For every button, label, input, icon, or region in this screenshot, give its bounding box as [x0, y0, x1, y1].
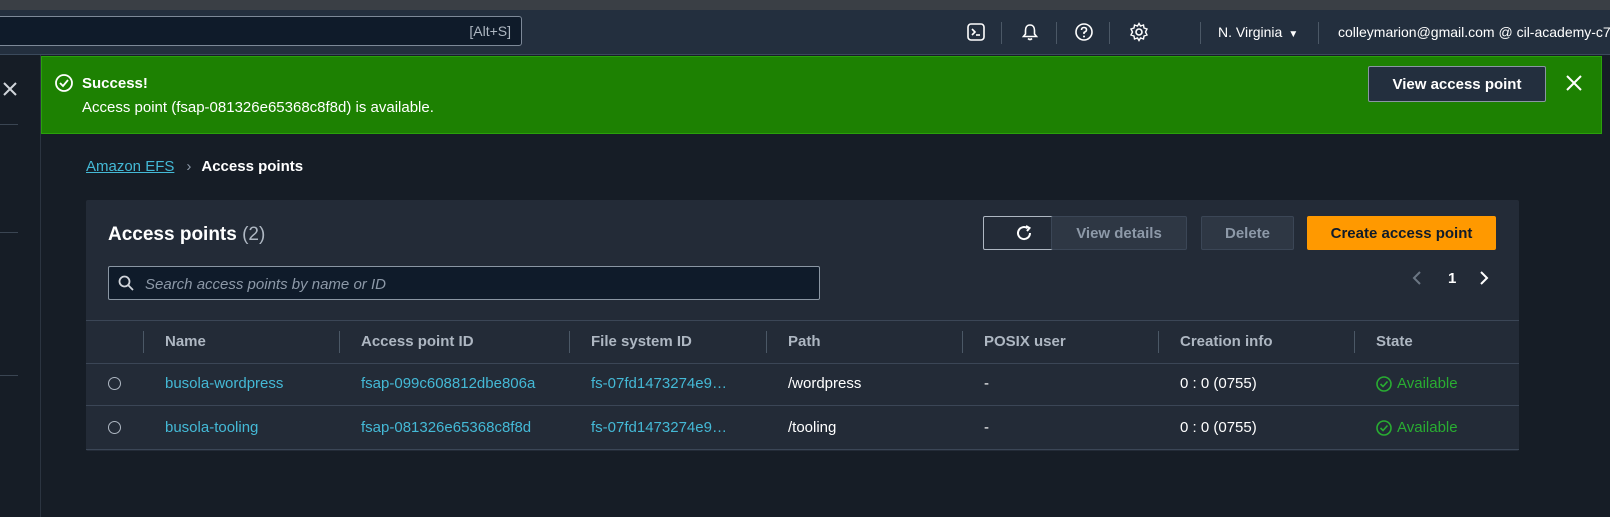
column-divider: [962, 331, 963, 353]
access-point-id-link[interactable]: fsap-099c608812dbe806a: [361, 375, 535, 392]
refresh-icon: [1017, 225, 1032, 241]
creation-info-cell: 0 : 0 (0755): [1180, 375, 1257, 392]
path-cell: /wordpress: [788, 375, 862, 392]
previous-page-icon[interactable]: [1411, 270, 1423, 290]
status-available-icon: [1376, 376, 1392, 392]
close-icon[interactable]: [2, 81, 20, 99]
status-available-icon: [1376, 420, 1392, 436]
global-search-input[interactable]: [Alt+S]: [0, 16, 522, 46]
nav-divider: [1109, 22, 1110, 44]
flash-message: Access point (fsap-081326e65368c8f8d) is…: [82, 99, 434, 116]
sidebar-divider: [0, 375, 18, 376]
column-header-name[interactable]: Name: [165, 333, 206, 350]
page-number[interactable]: 1: [1448, 270, 1456, 287]
help-icon[interactable]: [1072, 20, 1096, 44]
search-input[interactable]: [143, 267, 807, 301]
state-cell: Available: [1397, 419, 1458, 436]
success-check-icon: [54, 73, 74, 93]
view-details-button[interactable]: View details: [1051, 216, 1187, 250]
window-top-strip: [0, 0, 1610, 10]
next-page-icon[interactable]: [1478, 270, 1490, 290]
account-menu[interactable]: colleymarion@gmail.com @ cil-academy-c7: [1338, 24, 1610, 40]
caret-down-icon: ▼: [1288, 29, 1299, 40]
table-row[interactable]: busola-tooling fsap-081326e65368c8f8d fs…: [86, 406, 1519, 450]
access-point-search: [108, 266, 820, 301]
access-points-panel: Access points (2) View details Delete Cr…: [86, 200, 1519, 451]
column-header-access-point-id[interactable]: Access point ID: [361, 333, 474, 350]
column-header-state[interactable]: State: [1376, 333, 1413, 350]
collapsed-sidebar: [0, 55, 41, 517]
chevron-right-icon: ›: [186, 158, 192, 175]
nav-divider: [1200, 22, 1201, 44]
nav-divider: [1056, 22, 1057, 44]
table-header: Name Access point ID File system ID Path…: [86, 320, 1519, 364]
success-flashbar: Success! Access point (fsap-081326e65368…: [41, 56, 1602, 134]
panel-title-text: Access points: [108, 224, 237, 245]
state-cell: Available: [1397, 375, 1458, 392]
nav-divider: [1001, 22, 1002, 44]
column-divider: [143, 331, 144, 353]
file-system-id-link[interactable]: fs-07fd1473274e9…: [591, 419, 727, 436]
column-divider: [339, 331, 340, 353]
posix-user-cell: -: [984, 375, 989, 392]
access-point-name-link[interactable]: busola-wordpress: [165, 375, 283, 392]
gear-icon[interactable]: [1127, 20, 1151, 44]
file-system-id-link[interactable]: fs-07fd1473274e9…: [591, 375, 727, 392]
column-divider: [569, 331, 570, 353]
creation-info-cell: 0 : 0 (0755): [1180, 419, 1257, 436]
breadcrumb: Amazon EFS › Access points: [86, 158, 303, 175]
column-header-file-system-id[interactable]: File system ID: [591, 333, 692, 350]
search-shortcut-hint: [Alt+S]: [469, 23, 511, 39]
nav-divider: [1318, 22, 1319, 44]
table-row[interactable]: busola-wordpress fsap-099c608812dbe806a …: [86, 362, 1519, 406]
region-selector[interactable]: N. Virginia ▼: [1218, 24, 1298, 40]
sidebar-divider: [0, 124, 18, 125]
breadcrumb-current: Access points: [201, 158, 304, 175]
region-label: N. Virginia: [1218, 24, 1283, 40]
posix-user-cell: -: [984, 419, 989, 436]
panel-title: Access points (2): [108, 224, 265, 246]
flash-title: Success!: [82, 75, 148, 92]
row-select-radio[interactable]: [108, 421, 121, 434]
breadcrumb-amazon-efs[interactable]: Amazon EFS: [86, 158, 174, 175]
panel-count: (2): [242, 224, 266, 245]
access-point-name-link[interactable]: busola-tooling: [165, 419, 258, 436]
column-divider: [1158, 331, 1159, 353]
column-header-creation-info[interactable]: Creation info: [1180, 333, 1273, 350]
column-divider: [1354, 331, 1355, 353]
close-icon[interactable]: [1564, 73, 1584, 93]
row-select-radio[interactable]: [108, 377, 121, 390]
bell-icon[interactable]: [1018, 20, 1042, 44]
search-icon: [118, 275, 134, 291]
sidebar-divider: [0, 232, 18, 233]
create-access-point-button[interactable]: Create access point: [1307, 216, 1496, 250]
path-cell: /tooling: [788, 419, 837, 436]
top-navigation: [Alt+S] N. Virginia ▼ colleymarion@gmail.…: [0, 10, 1610, 55]
column-divider: [766, 331, 767, 353]
cloudshell-icon[interactable]: [964, 20, 988, 44]
delete-button[interactable]: Delete: [1201, 216, 1294, 250]
access-point-id-link[interactable]: fsap-081326e65368c8f8d: [361, 419, 531, 436]
view-access-point-button[interactable]: View access point: [1368, 66, 1546, 102]
column-header-posix-user[interactable]: POSIX user: [984, 333, 1066, 350]
column-header-path[interactable]: Path: [788, 333, 821, 350]
